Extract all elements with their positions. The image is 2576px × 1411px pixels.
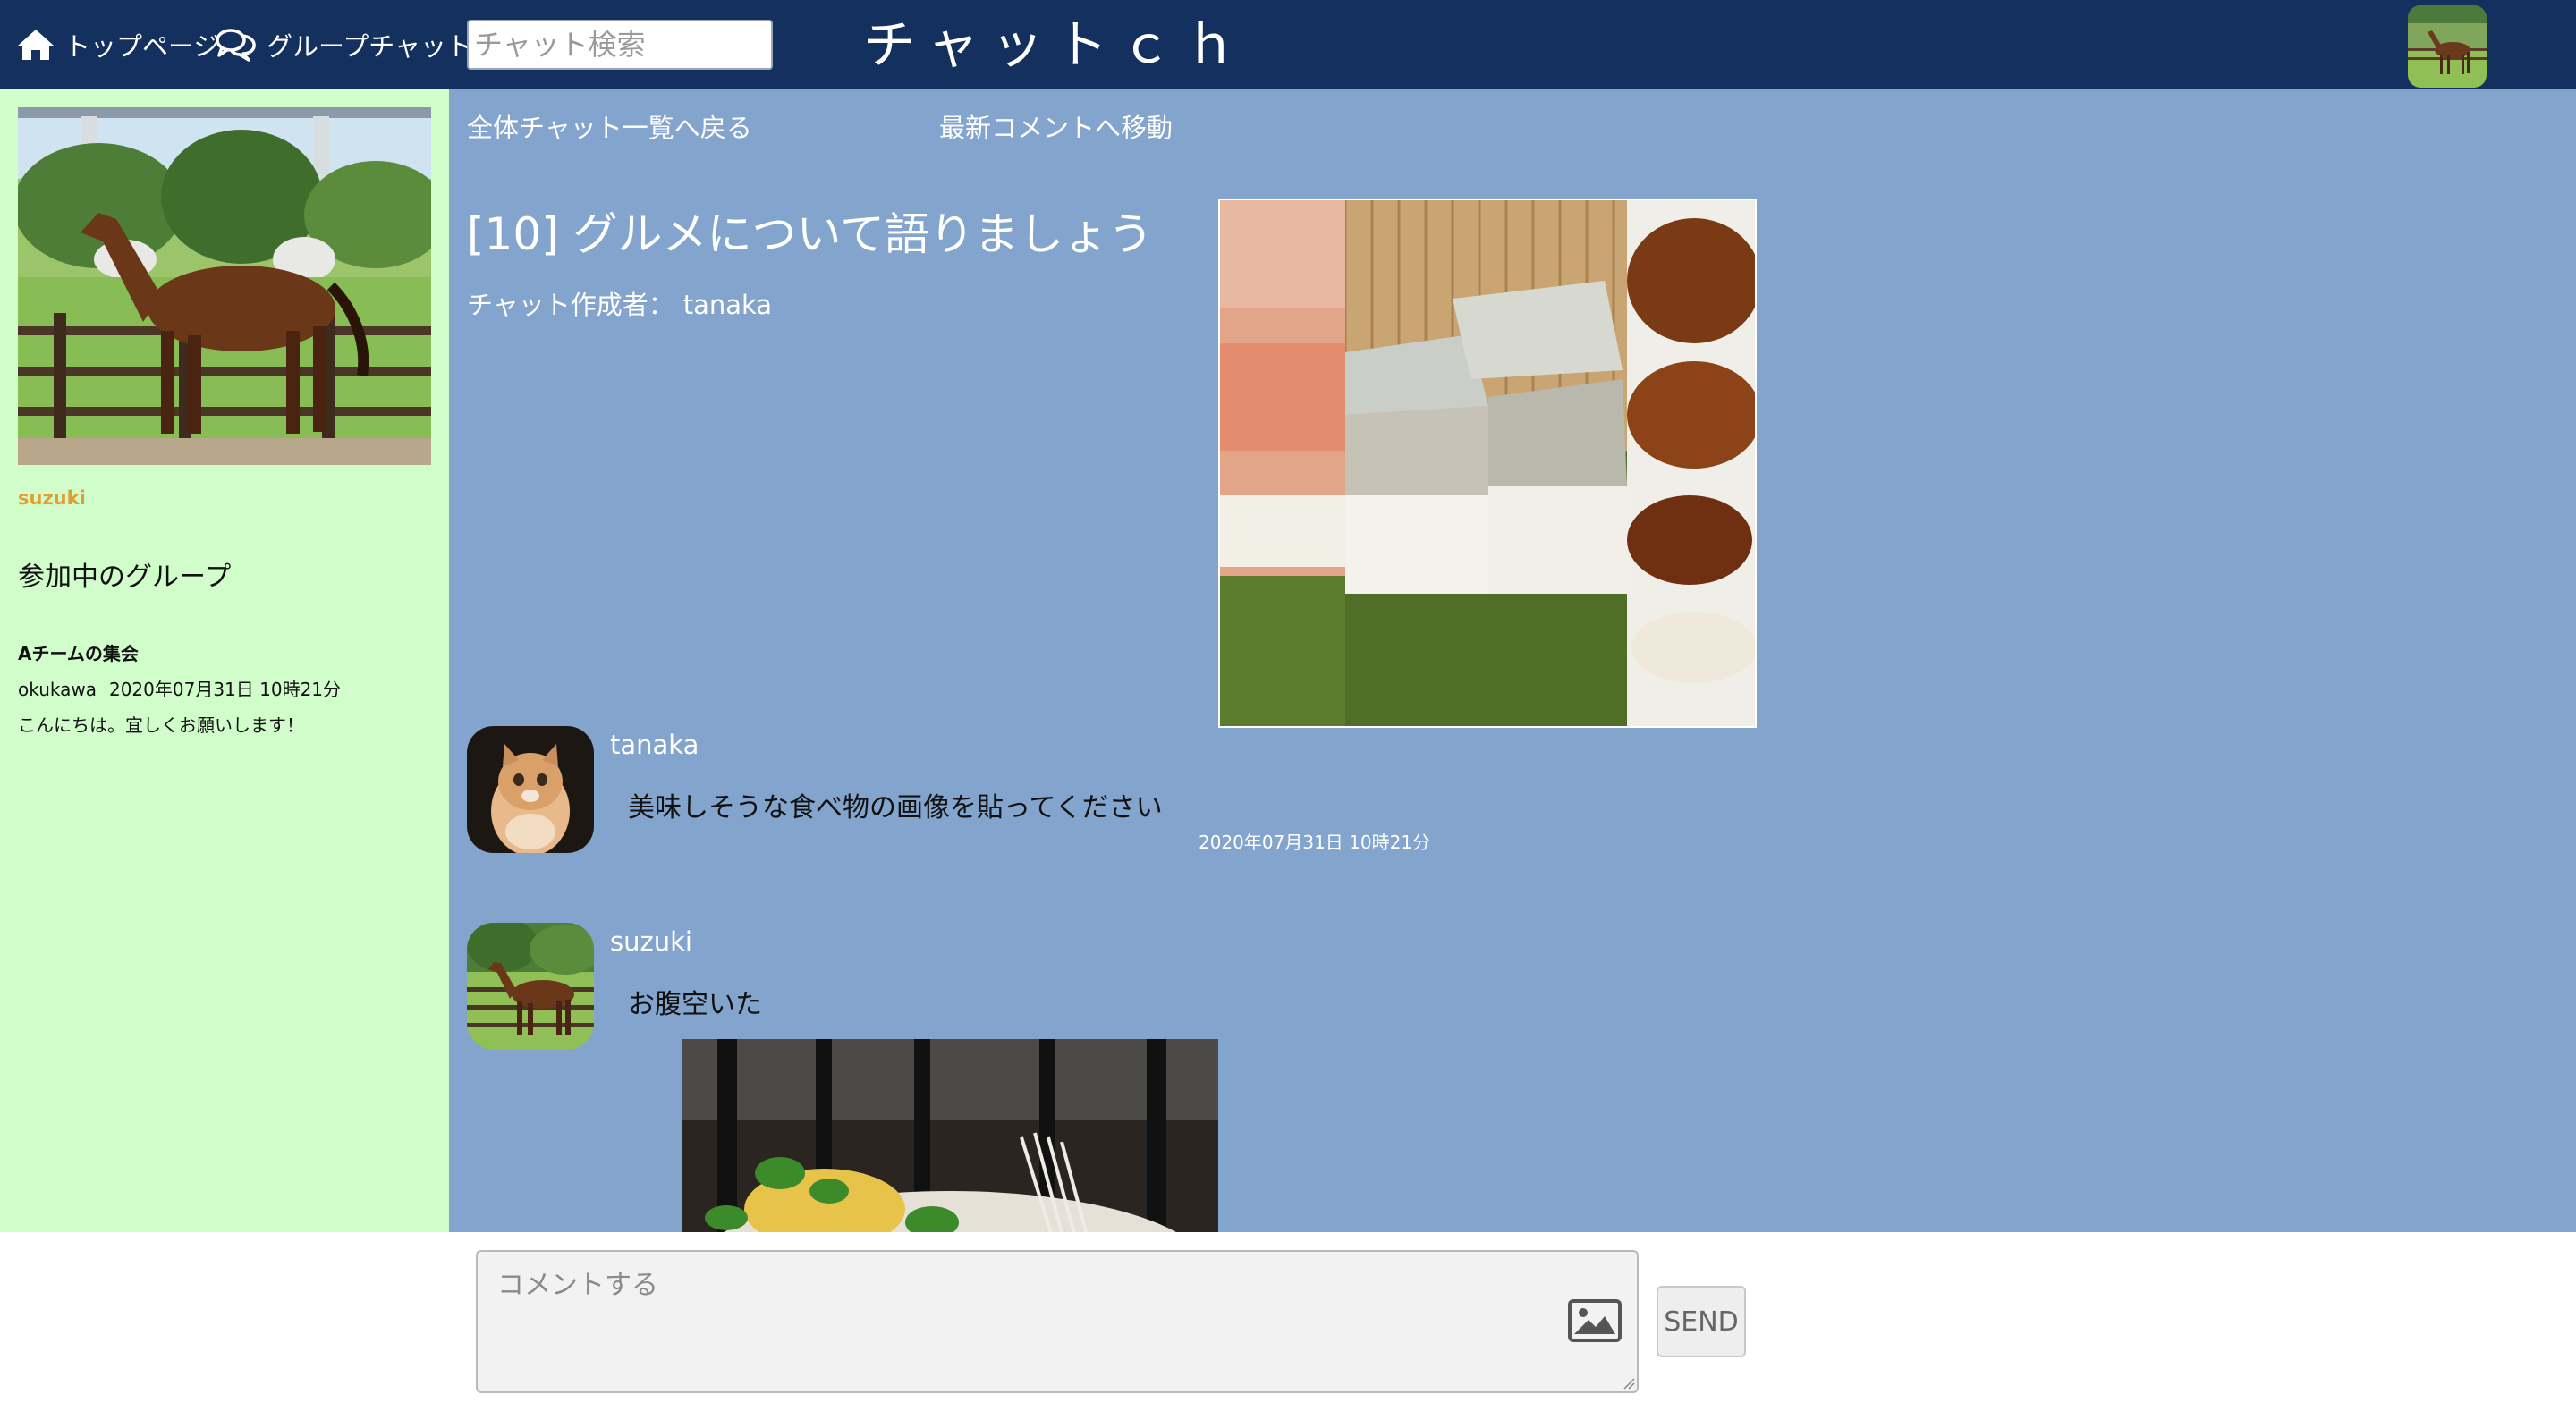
- sushi-photo-icon: [1220, 200, 1755, 726]
- chat-search-input[interactable]: [467, 20, 773, 70]
- horse-photo-icon: [18, 107, 431, 465]
- group-meta: okukawa 2020年07月31日 10時21分: [18, 675, 341, 701]
- horse-photo-icon: [2408, 5, 2487, 88]
- home-icon: [18, 30, 54, 60]
- joined-groups-heading: 参加中のグループ: [18, 562, 232, 593]
- cat-photo-icon: [467, 726, 594, 853]
- group-name[interactable]: Aチームの集会: [18, 639, 139, 665]
- image-icon: [1568, 1299, 1622, 1342]
- message-username[interactable]: suzuki: [610, 926, 692, 957]
- group-last-user: okukawa: [18, 679, 97, 700]
- site-title: チャットｃｈ: [863, 14, 1250, 75]
- user-avatar[interactable]: [2408, 5, 2487, 88]
- comment-input[interactable]: コメントする: [476, 1250, 1639, 1393]
- sidebar: suzuki 参加中のグループ Aチームの集会 okukawa 2020年07月3…: [0, 89, 449, 1232]
- message-avatar[interactable]: [467, 726, 594, 853]
- chat-main: 全体チャット一覧へ戻る 最新コメントへ移動 [10] グルメについて語りましょう…: [449, 89, 2576, 1232]
- message-username[interactable]: tanaka: [610, 730, 699, 760]
- message-image[interactable]: [682, 1039, 1218, 1232]
- group-last-message: こんにちは。宜しくお願いします！: [18, 714, 304, 736]
- chat-bubbles-icon: [216, 29, 256, 62]
- nav-top-page-label: トップページ: [64, 31, 220, 62]
- group-last-date: 2020年07月31日 10時21分: [108, 679, 342, 700]
- chat-author: チャット作成者： tanaka: [467, 284, 772, 322]
- top-nav-bar: トップページ グループチャット チャットｃｈ: [0, 0, 2576, 89]
- comment-footer: コメントする SEND: [0, 1232, 2576, 1411]
- chat-cover-image: [1218, 199, 1757, 728]
- image-upload-button[interactable]: [1567, 1298, 1623, 1343]
- horse-photo-icon: [467, 923, 594, 1050]
- latest-comment-link[interactable]: 最新コメントへ移動: [939, 107, 1173, 145]
- nav-top-page[interactable]: トップページ: [16, 18, 219, 72]
- chat-author-label: チャット作成者：: [467, 290, 674, 320]
- food-photo-icon: [682, 1039, 1218, 1232]
- resize-handle-icon[interactable]: [1621, 1375, 1635, 1390]
- back-to-chat-list-link[interactable]: 全体チャット一覧へ戻る: [467, 107, 752, 145]
- comment-placeholder: コメントする: [497, 1270, 658, 1301]
- message-text: お腹空いた: [628, 989, 762, 1020]
- message-avatar[interactable]: [467, 923, 594, 1050]
- chat-author-name: tanaka: [682, 290, 773, 320]
- message-text: 美味しそうな食べ物の画像を貼ってください: [628, 792, 1163, 824]
- message-timestamp: 2020年07月31日 10時21分: [1199, 832, 1431, 853]
- nav-group-chat-label: グループチャット: [267, 31, 472, 62]
- send-button[interactable]: SEND: [1657, 1286, 1746, 1357]
- profile-username[interactable]: suzuki: [18, 487, 86, 509]
- chat-title: [10] グルメについて語りましょう: [467, 208, 1154, 260]
- profile-photo: [18, 107, 431, 465]
- nav-group-chat[interactable]: グループチャット: [215, 18, 472, 72]
